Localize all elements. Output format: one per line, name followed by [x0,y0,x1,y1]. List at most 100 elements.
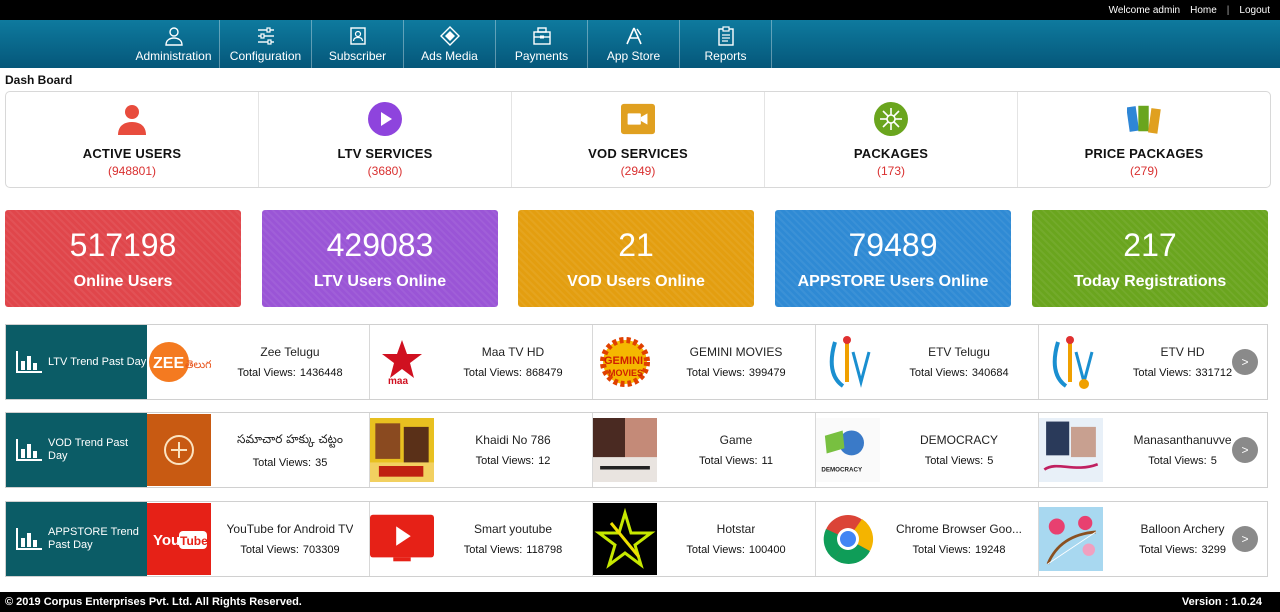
logout-link[interactable]: Logout [1239,5,1270,16]
trend-item[interactable]: సమాచార హక్కు చట్టం Total Views: 35 [147,413,370,487]
next-arrow-button[interactable]: > [1232,437,1258,463]
summary-active-users[interactable]: ACTIVE USERS (948801) [6,92,259,187]
views-label: Total Views: [463,367,522,379]
summary-label: PRICE PACKAGES [1084,146,1204,161]
views-label: Total Views: [686,544,745,556]
tile-appstore-users-online[interactable]: 79489 APPSTORE Users Online [775,210,1011,307]
home-link[interactable]: Home [1190,5,1217,16]
tile-value: 217 [1123,226,1177,263]
tile-today-registrations[interactable]: 217 Today Registrations [1032,210,1268,307]
vod-trend-row: VOD Trend Past Day సమాచార హక్కు చట్టం To… [5,412,1268,488]
views-label: Total Views: [686,367,745,379]
item-name: Chrome Browser Goo... [895,522,1023,536]
nav-label: Reports [704,48,747,63]
views-value: 340684 [971,367,1009,379]
welcome-text: Welcome admin [1108,4,1181,16]
views-value: 399479 [748,367,786,379]
summary-packages[interactable]: PACKAGES (173) [765,92,1018,187]
trend-item[interactable]: ZEE తెలుగు Zee Telugu Total Views: 1436448 [147,325,370,399]
item-name: Manasanthanuvve [1133,433,1232,447]
summary-label: LTV SERVICES [337,146,433,161]
nav-administration[interactable]: Administration [128,20,220,68]
ads-icon [439,25,460,46]
nav-label: Configuration [229,48,302,63]
trend-item[interactable]: Khaidi No 786 Total Views: 12 [370,413,593,487]
item-name: Game [719,433,753,447]
trend-item[interactable]: maa Maa TV HD Total Views: 868479 [370,325,593,399]
nav-configuration[interactable]: Configuration [220,20,312,68]
summary-vod-services[interactable]: VOD SERVICES (2949) [512,92,765,187]
price-cards-icon [1127,102,1161,136]
item-name: Smart youtube [473,522,553,536]
summary-count: (173) [876,164,905,178]
summary-ltv-services[interactable]: LTV SERVICES (3680) [259,92,512,187]
tile-ltv-users-online[interactable]: 429083 LTV Users Online [262,210,498,307]
poster-thumbnail [1039,414,1103,486]
summary-price-packages[interactable]: PRICE PACKAGES (279) [1018,92,1270,187]
trend-header: VOD Trend Past Day [6,413,147,487]
footer: © 2019 Corpus Enterprises Pvt. Ltd. All … [0,592,1280,612]
trend-item[interactable]: DEMOCRACY DEMOCRACY Total Views: 5 [816,413,1039,487]
nav-reports[interactable]: Reports [680,20,772,68]
next-arrow-button[interactable]: > [1232,349,1258,375]
views-value: 868479 [525,367,563,379]
youtube-you-text: You [153,532,180,549]
trend-item[interactable]: Smart youtube Total Views: 118798 [370,502,593,576]
poster-thumbnail [147,414,211,486]
reports-icon [717,25,734,46]
views-value: 100400 [748,544,786,556]
nav-app-store[interactable]: App Store [588,20,680,68]
trend-item[interactable]: Manasanthanuvve Total Views: 5 > [1039,413,1262,487]
person-icon [115,102,149,136]
tile-value: 21 [618,226,654,263]
balloon-archery-icon [1039,503,1103,575]
trend-item[interactable]: Chrome Browser Goo... Total Views: 19248 [816,502,1039,576]
trend-item[interactable]: Balloon Archery Total Views: 3299 > [1039,502,1262,576]
views-label: Total Views: [912,544,971,556]
main-nav: Administration Configuration Subscriber … [0,20,1280,68]
trend-item[interactable]: You Tube YouTube for Android TV Total Vie… [147,502,370,576]
tile-label: Today Registrations [1073,272,1227,290]
trend-item[interactable]: Game Total Views: 11 [593,413,816,487]
trend-item[interactable]: Hotstar Total Views: 100400 [593,502,816,576]
poster-thumbnail [593,414,657,486]
nav-payments[interactable]: Payments [496,20,588,68]
next-arrow-button[interactable]: > [1232,526,1258,552]
play-icon [368,102,402,136]
nav-subscriber[interactable]: Subscriber [312,20,404,68]
summary-label: ACTIVE USERS [82,146,182,161]
version-text: Version : 1.0.24 [1181,596,1262,608]
gemini-movies-logo: GEMINI MOVIES [593,326,657,398]
maa-tv-logo: maa [370,326,434,398]
views-value: 19248 [974,544,1006,556]
appstore-icon [625,27,642,44]
nav-label: Ads Media [421,48,478,63]
trend-item[interactable]: GEMINI MOVIES GEMINI MOVIES Total Views: 3… [593,325,816,399]
nav-ads-media[interactable]: Ads Media [404,20,496,68]
etv-telugu-logo [816,326,880,398]
zee-telugu-logo-text: తెలుగు [185,358,211,371]
views-value: 5 [987,455,994,467]
trend-title: LTV Trend Past Day [48,355,147,368]
user-icon [164,26,183,46]
trend-title: APPSTORE Trend Past Day [48,526,139,551]
views-label: Total Views: [699,455,758,467]
gemini-logo-text: GEMINI [604,355,643,367]
views-value: 35 [315,456,328,469]
views-label: Total Views: [240,544,299,556]
item-name: సమాచార హక్కు చట్టం [237,431,343,446]
nav-label: Payments [514,48,569,63]
zee-telugu-logo: ZEE తెలుగు [147,326,211,398]
tile-label: Online Users [73,272,173,290]
views-label: Total Views: [1139,544,1198,556]
video-camera-icon [621,102,655,136]
copyright-text: © 2019 Corpus Enterprises Pvt. Ltd. All … [5,596,302,608]
trend-item[interactable]: ETV Telugu Total Views: 340684 [816,325,1039,399]
chrome-logo [816,503,880,575]
tile-vod-users-online[interactable]: 21 VOD Users Online [518,210,754,307]
views-value: 703309 [302,544,340,556]
maa-logo-text: maa [388,376,408,386]
trend-item[interactable]: ETV HD Total Views: 331712 > [1039,325,1262,399]
tile-online-users[interactable]: 517198 Online Users [5,210,241,307]
nav-label: Subscriber [328,48,387,63]
